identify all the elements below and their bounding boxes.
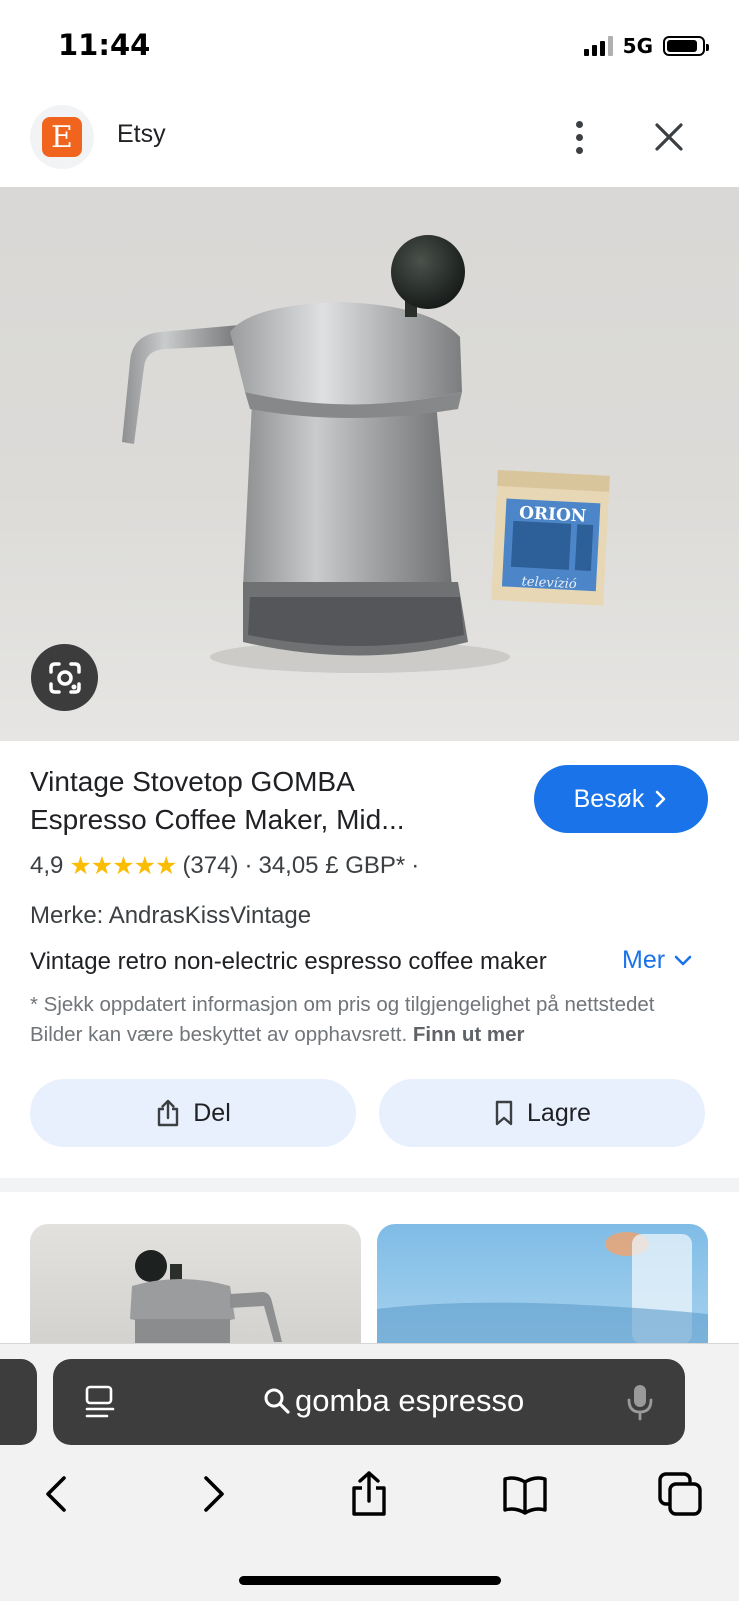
svg-text:televízió: televízió	[521, 574, 577, 592]
home-indicator[interactable]	[239, 1576, 501, 1585]
chevron-right-icon	[656, 790, 666, 808]
espresso-maker-illustration: ORION televízió	[122, 235, 610, 673]
product-title-line1: Vintage Stovetop GOMBA	[30, 766, 355, 797]
save-button-label: Lagre	[527, 1098, 591, 1127]
rating-row: 4,9 ★★★★★ (374) · 34,05 £ GBP* ·	[30, 851, 419, 881]
svg-text:ORION: ORION	[519, 503, 587, 526]
disclaimer-text: * Sjekk oppdatert informasjon om pris og…	[30, 993, 655, 1046]
search-icon	[264, 1388, 290, 1414]
drink-photo-thumbnail	[377, 1232, 708, 1344]
visual-search-button[interactable]	[31, 644, 98, 711]
visit-button-label: Besøk	[573, 784, 645, 813]
google-lens-icon	[48, 661, 81, 694]
separator-dot: ·	[244, 852, 253, 879]
share-icon	[158, 1099, 179, 1127]
close-button[interactable]	[644, 112, 694, 162]
address-bar[interactable]: gomba espresso	[53, 1359, 685, 1445]
product-title-line2: Espresso Coffee Maker, Mid...	[30, 804, 405, 835]
site-name[interactable]: Etsy	[117, 120, 166, 149]
save-button[interactable]: Lagre	[379, 1079, 705, 1147]
network-label: 5G	[622, 34, 653, 58]
bookmark-icon	[495, 1100, 513, 1126]
star-rating-icon: ★★★★★	[69, 852, 177, 880]
more-options-button[interactable]	[554, 112, 604, 162]
share-button[interactable]: Del	[30, 1079, 356, 1147]
section-divider	[0, 1178, 739, 1192]
disclaimer: * Sjekk oppdatert informasjon om pris og…	[30, 990, 710, 1050]
microphone-icon[interactable]	[625, 1383, 655, 1421]
search-query-text: gomba espresso	[295, 1383, 525, 1418]
review-count: (374)	[182, 852, 239, 879]
etsy-logo-icon: E	[42, 117, 82, 157]
tabs-icon[interactable]	[656, 1470, 704, 1518]
related-image-thumbnail[interactable]	[30, 1224, 361, 1344]
related-image-thumbnail[interactable]	[377, 1224, 708, 1344]
search-query: gomba espresso	[263, 1383, 524, 1419]
brand-label: Merke: AndrasKissVintage	[30, 902, 312, 929]
back-icon[interactable]	[32, 1470, 80, 1518]
forward-icon[interactable]	[190, 1470, 238, 1518]
site-logo[interactable]: E	[30, 105, 94, 169]
more-button[interactable]: Mer	[622, 946, 693, 975]
more-button-label: Mer	[622, 946, 666, 974]
page-menu-icon	[85, 1385, 115, 1418]
status-icons: 5G	[583, 34, 709, 58]
separator-dot: ·	[411, 852, 420, 879]
share-icon[interactable]	[345, 1470, 393, 1518]
product-image[interactable]: ORION televízió	[0, 187, 739, 741]
visit-button[interactable]: Besøk	[534, 765, 708, 833]
chevron-down-icon	[674, 955, 692, 965]
signal-icon	[583, 36, 613, 56]
product-description: Vintage retro non-electric espresso coff…	[30, 948, 547, 975]
espresso-maker-thumbnail	[130, 1250, 282, 1344]
learn-more-link[interactable]: Finn ut mer	[413, 1023, 525, 1046]
rating-value: 4,9	[30, 852, 64, 879]
battery-icon	[663, 36, 709, 56]
close-icon	[655, 123, 683, 151]
previous-tab-preview[interactable]	[0, 1359, 37, 1445]
share-button-label: Del	[193, 1098, 231, 1127]
status-time: 11:44	[58, 28, 151, 62]
price: 34,05 £ GBP*	[258, 852, 406, 879]
product-title: Vintage Stovetop GOMBA Espresso Coffee M…	[30, 763, 500, 839]
bookmarks-icon[interactable]	[501, 1470, 549, 1518]
